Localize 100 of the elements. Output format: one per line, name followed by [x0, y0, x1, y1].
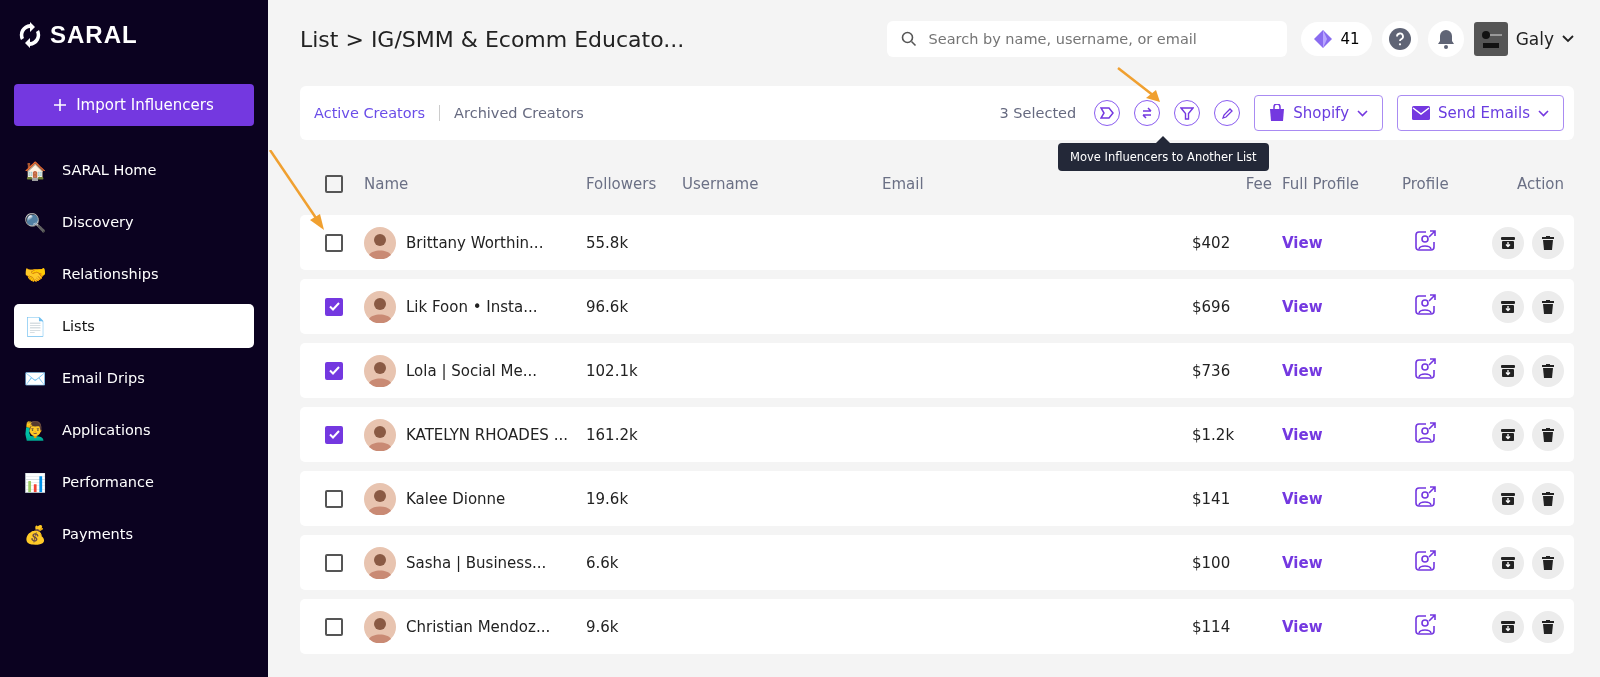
creator-name: Sasha | Business... [406, 553, 547, 572]
import-button[interactable]: Import Influencers [14, 84, 254, 126]
view-link[interactable]: View [1282, 297, 1402, 316]
archive-button[interactable] [1492, 290, 1524, 323]
nav-icon: ✉ [24, 367, 46, 389]
annotation-arrow [1116, 66, 1162, 104]
table-row[interactable]: Lik Foon • Insta... 96.6k $696 View [300, 279, 1574, 334]
filter-button[interactable] [1174, 100, 1201, 126]
profile-link-icon[interactable] [1414, 549, 1436, 572]
profile-link-icon[interactable] [1414, 293, 1436, 316]
archive-button[interactable] [1492, 482, 1524, 515]
view-link[interactable]: View [1282, 553, 1402, 572]
profile-link-icon[interactable] [1414, 613, 1436, 636]
profile-link-icon[interactable] [1414, 229, 1436, 252]
followers-count: 6.6k [586, 553, 620, 572]
archive-icon [1501, 491, 1515, 506]
bell-icon [1436, 29, 1455, 49]
archive-button[interactable] [1492, 610, 1524, 643]
creator-name: Lik Foon • Insta... [406, 297, 538, 316]
delete-button[interactable] [1532, 290, 1564, 323]
trash-icon [1542, 363, 1554, 378]
avatar [364, 482, 396, 515]
envelope-icon [1412, 106, 1430, 120]
table-row[interactable]: Lola | Social Me... 102.1k $736 View [300, 343, 1574, 398]
view-link[interactable]: View [1282, 489, 1402, 508]
delete-button[interactable] [1532, 610, 1564, 643]
sidebar-item[interactable]: 💰 Payments [14, 512, 254, 556]
delete-button[interactable] [1532, 546, 1564, 579]
sidebar-item[interactable]: 📊 Performance [14, 460, 254, 504]
nav-icon: 📄 [24, 315, 46, 337]
profile-link-icon[interactable] [1414, 485, 1436, 508]
creator-name: KATELYN RHOADES ... [406, 425, 568, 444]
row-checkbox[interactable] [325, 361, 343, 380]
chevron-icon [1357, 109, 1368, 117]
sequence-button[interactable] [1094, 100, 1121, 126]
table-row[interactable]: Kalee Dionne 19.6k $141 View [300, 471, 1574, 526]
fee: $100 [1191, 553, 1232, 572]
notification-button[interactable] [1427, 21, 1464, 57]
shopify-button[interactable]: Shopify [1254, 95, 1383, 131]
search-field[interactable]: Search by name, username, or email [886, 21, 1287, 57]
plus-icon [54, 99, 67, 111]
view-link[interactable]: View [1282, 233, 1402, 252]
row-checkbox[interactable] [325, 233, 343, 252]
view-link[interactable]: View [1282, 361, 1402, 380]
tab[interactable]: Archived Creators [454, 105, 584, 121]
view-link[interactable]: View [1282, 617, 1402, 636]
view-link[interactable]: View [1282, 425, 1402, 444]
column-header: Username [682, 174, 760, 193]
row-checkbox[interactable] [325, 617, 343, 636]
nav-icon: 📊 [24, 471, 46, 493]
sidebar-item[interactable]: 🏠 SARAL Home [14, 148, 254, 192]
sidebar-item[interactable]: 🔍 Discovery [14, 200, 254, 244]
archive-button[interactable] [1492, 546, 1524, 579]
row-checkbox[interactable] [325, 297, 343, 316]
chevron-icon [1562, 35, 1574, 43]
archive-icon [1501, 427, 1515, 442]
checkmark-icon [328, 366, 340, 375]
send-emails-button[interactable]: Send Emails [1397, 95, 1564, 131]
fee: $736 [1191, 361, 1232, 380]
row-checkbox[interactable] [325, 425, 343, 444]
edit-button[interactable] [1214, 100, 1241, 126]
pencil-icon [1220, 106, 1234, 120]
archive-button[interactable] [1492, 226, 1524, 259]
nav-icon: 💰 [24, 523, 46, 545]
table-row[interactable]: Brittany Worthin... 55.8k $402 View [300, 215, 1574, 270]
tooltip: Move Influencers to Another List [1058, 136, 1269, 171]
select-all-checkbox[interactable] [325, 174, 343, 193]
column-header: Email [882, 174, 925, 193]
sidebar-item[interactable]: 🤝 Relationships [14, 252, 254, 296]
table-row[interactable]: KATELYN RHOADES ... 161.2k $1.2k View [300, 407, 1574, 462]
archive-icon [1501, 619, 1515, 634]
delete-button[interactable] [1532, 482, 1564, 515]
avatar [364, 354, 396, 387]
user-avatar [1473, 22, 1508, 56]
delete-button[interactable] [1532, 226, 1564, 259]
delete-button[interactable] [1532, 418, 1564, 451]
avatar [364, 226, 396, 259]
tab[interactable]: Active Creators [314, 105, 426, 121]
sidebar-item[interactable]: 📄 Lists [14, 304, 254, 348]
row-checkbox[interactable] [325, 489, 343, 508]
sidebar-item[interactable]: ✉ Email Drips [14, 356, 254, 400]
help-button[interactable] [1381, 21, 1418, 57]
row-checkbox[interactable] [325, 553, 343, 572]
trash-icon [1542, 619, 1554, 634]
user-name: Galy [1515, 29, 1554, 49]
trash-icon [1542, 235, 1554, 250]
table-row[interactable]: Christian Mendoz... 9.6k $114 View [300, 599, 1574, 654]
table-row[interactable]: Sasha | Business... 6.6k $100 View [300, 535, 1574, 590]
creator-name: Brittany Worthin... [406, 233, 544, 252]
archive-button[interactable] [1492, 354, 1524, 387]
move-button[interactable] [1134, 100, 1161, 126]
profile-link-icon[interactable] [1414, 357, 1436, 380]
followers-count: 55.8k [586, 233, 630, 252]
delete-button[interactable] [1532, 354, 1564, 387]
user-menu[interactable]: Galy [1473, 22, 1574, 56]
profile-link-icon[interactable] [1414, 421, 1436, 444]
credits-badge[interactable]: 41 [1300, 22, 1372, 56]
column-header: Fee [1244, 174, 1273, 193]
sidebar-item[interactable]: 🙋‍♂ Applications [14, 408, 254, 452]
archive-button[interactable] [1492, 418, 1524, 451]
